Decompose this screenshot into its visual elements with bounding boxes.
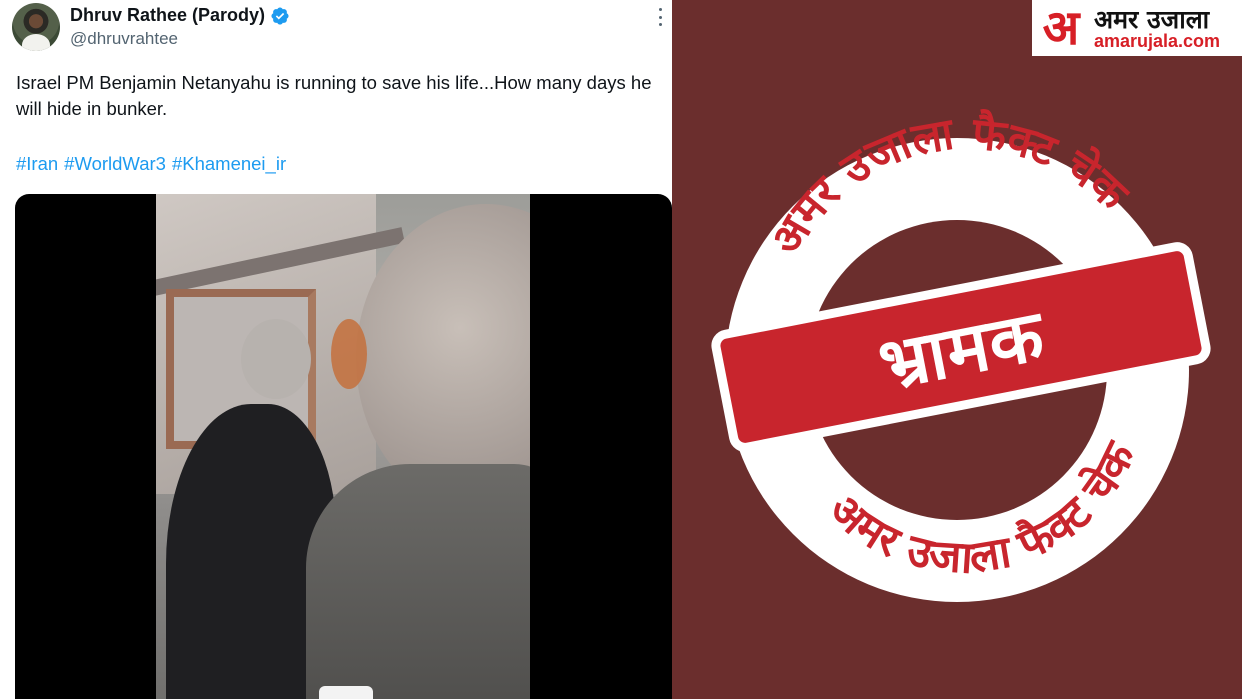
more-options-icon[interactable] [652, 8, 668, 26]
video-caption-box [319, 686, 373, 699]
display-name[interactable]: Dhruv Rathee (Parody) [70, 5, 265, 26]
fact-check-panel: अमर उजाला फैक्ट चेक अमर उजाला फैक्ट चेक … [672, 0, 1242, 699]
avatar-shirt [22, 34, 50, 51]
logo-url: amarujala.com [1094, 31, 1221, 51]
tweet-text: Israel PM Benjamin Netanyahu is running … [16, 72, 652, 119]
hashtag-link[interactable]: #Iran [16, 153, 58, 175]
verdict-label: भ्रामक [872, 293, 1051, 407]
user-handle[interactable]: @dhruvrahtee [70, 29, 178, 49]
tweet-card: Dhruv Rathee (Parody) @dhruvrahtee Israe… [0, 0, 672, 699]
tweet-author-row: Dhruv Rathee (Parody) [70, 5, 290, 26]
amar-ujala-logo[interactable]: अ अमर उजाला amarujala.com [1032, 0, 1242, 56]
hashtag-link[interactable]: #WorldWar3 [64, 153, 166, 175]
verified-badge-icon [271, 6, 289, 25]
logo-mark: अ [1042, 0, 1080, 56]
video-frame [156, 194, 530, 699]
tweet-video[interactable] [15, 194, 672, 699]
hashtag-list: #Iran #WorldWar3 #Khamenei_ir [16, 153, 286, 175]
hashtag-link[interactable]: #Khamenei_ir [172, 153, 286, 175]
avatar[interactable] [12, 3, 60, 51]
